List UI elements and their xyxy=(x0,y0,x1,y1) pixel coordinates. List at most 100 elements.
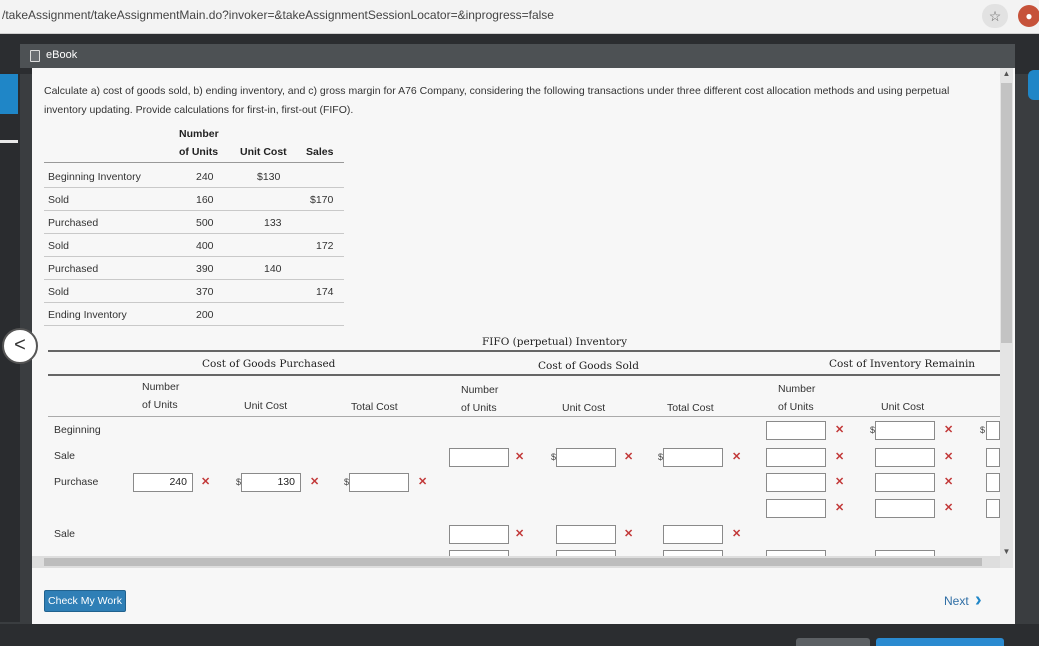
remaining-unit-cost-input[interactable] xyxy=(875,448,935,467)
row-unit-cost: 140 xyxy=(264,263,282,275)
chevron-left-icon[interactable]: < xyxy=(2,328,38,364)
header-unit-cost: Unit Cost xyxy=(240,146,287,158)
sold-total-cost-input[interactable] xyxy=(663,525,723,544)
bottom-button-primary[interactable] xyxy=(876,638,1004,646)
incorrect-icon: ✕ xyxy=(624,528,634,540)
problem-statement: Calculate a) cost of goods sold, b) endi… xyxy=(44,85,950,116)
row-unit-cost: 133 xyxy=(264,217,282,229)
column-header-rule xyxy=(48,416,1000,417)
row-units: 200 xyxy=(196,309,214,321)
col-number: Number xyxy=(778,383,816,395)
sold-unit-cost-input[interactable] xyxy=(556,448,616,467)
table-row: Ending Inventory 200 xyxy=(44,304,344,326)
group-header-rule xyxy=(48,374,1000,376)
extension-icon[interactable]: ● xyxy=(1018,5,1039,27)
incorrect-icon: ✕ xyxy=(944,451,954,463)
browser-address-bar: /takeAssignment/takeAssignmentMain.do?in… xyxy=(0,0,1039,34)
sold-total-cost-input[interactable] xyxy=(663,448,723,467)
row-units: 500 xyxy=(196,217,214,229)
incorrect-icon: ✕ xyxy=(835,451,845,463)
dollar-sign: $ xyxy=(980,425,986,435)
row-label: Ending Inventory xyxy=(48,309,127,321)
col-unit-cost: Unit Cost xyxy=(244,400,288,412)
group-header-remaining: Cost of Inventory Remainin xyxy=(829,358,976,370)
col-number: Number xyxy=(461,384,499,396)
incorrect-icon: ✕ xyxy=(944,424,954,436)
incorrect-icon: ✕ xyxy=(624,451,634,463)
scroll-down-arrow-icon[interactable]: ▼ xyxy=(1000,546,1013,558)
remaining-unit-cost-input[interactable] xyxy=(875,421,935,440)
col-number: Number xyxy=(142,381,180,393)
incorrect-icon: ✕ xyxy=(944,476,954,488)
table-header-rule xyxy=(44,162,344,163)
fifo-title: FIFO (perpetual) Inventory xyxy=(482,336,627,348)
col-total-cost: Total Cost xyxy=(351,401,398,413)
row-label: Purchased xyxy=(48,217,99,229)
incorrect-icon: ✕ xyxy=(835,476,845,488)
left-sidebar-divider xyxy=(0,140,18,143)
check-my-work-button[interactable]: Check My Work xyxy=(44,590,126,612)
table-row: Sold 160 $170 xyxy=(44,189,344,211)
right-side-tab[interactable] xyxy=(1028,70,1039,100)
col-of-units: of Units xyxy=(461,402,497,414)
col-unit-cost: Unit Cost xyxy=(881,401,925,413)
url-text[interactable]: /takeAssignment/takeAssignmentMain.do?in… xyxy=(2,8,554,22)
ebook-bar[interactable]: eBook xyxy=(20,44,1015,68)
row-label-beginning: Beginning xyxy=(54,424,101,436)
incorrect-icon: ✕ xyxy=(515,528,525,540)
remaining-units-input[interactable] xyxy=(766,448,826,467)
vertical-scrollbar-thumb[interactable] xyxy=(1001,83,1012,343)
remaining-total-input[interactable] xyxy=(986,448,1000,467)
row-label-purchase: Purchase xyxy=(54,476,99,488)
remaining-units-input[interactable] xyxy=(766,473,826,492)
row-sales: $170 xyxy=(310,194,334,206)
next-button[interactable]: Next xyxy=(944,594,969,608)
sold-units-input[interactable] xyxy=(449,525,509,544)
row-units: 160 xyxy=(196,194,214,206)
purchased-units-input[interactable]: 240 xyxy=(133,473,193,492)
remaining-unit-cost-input[interactable] xyxy=(875,499,935,518)
row-label: Sold xyxy=(48,240,70,252)
horizontal-scrollbar-thumb[interactable] xyxy=(44,558,982,566)
fifo-top-rule xyxy=(48,350,1000,352)
remaining-total-input[interactable] xyxy=(986,499,1000,518)
incorrect-icon: ✕ xyxy=(515,451,525,463)
purchased-total-cost-input[interactable] xyxy=(349,473,409,492)
question-panel: Calculate a) cost of goods sold, b) endi… xyxy=(32,68,1015,624)
sold-unit-cost-input[interactable] xyxy=(556,525,616,544)
ebook-label: eBook xyxy=(46,49,78,61)
incorrect-icon: ✕ xyxy=(418,476,428,488)
header-of-units: of Units xyxy=(179,146,219,158)
remaining-units-input[interactable] xyxy=(766,499,826,518)
left-sidebar-accent xyxy=(0,74,18,114)
incorrect-icon: ✕ xyxy=(310,476,320,488)
col-total-cost: Total Cost xyxy=(667,402,714,414)
row-label: Beginning Inventory xyxy=(48,171,141,183)
group-header-sold: Cost of Goods Sold xyxy=(538,360,639,372)
remaining-unit-cost-input[interactable] xyxy=(875,473,935,492)
header-sales: Sales xyxy=(306,146,334,158)
sold-units-input[interactable] xyxy=(449,448,509,467)
col-of-units: of Units xyxy=(142,399,178,411)
table-row: Sold 400 172 xyxy=(44,235,344,257)
remaining-total-input[interactable] xyxy=(986,421,1000,440)
row-label-sale: Sale xyxy=(54,450,76,462)
incorrect-icon: ✕ xyxy=(835,424,845,436)
vertical-scrollbar[interactable]: ▲ ▼ xyxy=(1000,68,1013,568)
header-number: Number xyxy=(179,128,219,140)
row-unit-cost: $130 xyxy=(257,171,281,183)
horizontal-scrollbar[interactable] xyxy=(32,556,1000,568)
row-units: 400 xyxy=(196,240,214,252)
row-sales: 174 xyxy=(316,286,334,298)
incorrect-icon: ✕ xyxy=(944,502,954,514)
scroll-up-arrow-icon[interactable]: ▲ xyxy=(1000,68,1013,80)
purchased-unit-cost-input[interactable]: 130 xyxy=(241,473,301,492)
bottom-button-secondary[interactable] xyxy=(796,638,870,646)
question-content: Calculate a) cost of goods sold, b) endi… xyxy=(32,68,1000,568)
star-icon[interactable]: ☆ xyxy=(982,4,1008,28)
row-label: Purchased xyxy=(48,263,99,275)
remaining-total-input[interactable] xyxy=(986,473,1000,492)
chevron-right-icon[interactable]: › xyxy=(975,590,982,610)
row-units: 240 xyxy=(196,171,214,183)
remaining-units-input[interactable] xyxy=(766,421,826,440)
